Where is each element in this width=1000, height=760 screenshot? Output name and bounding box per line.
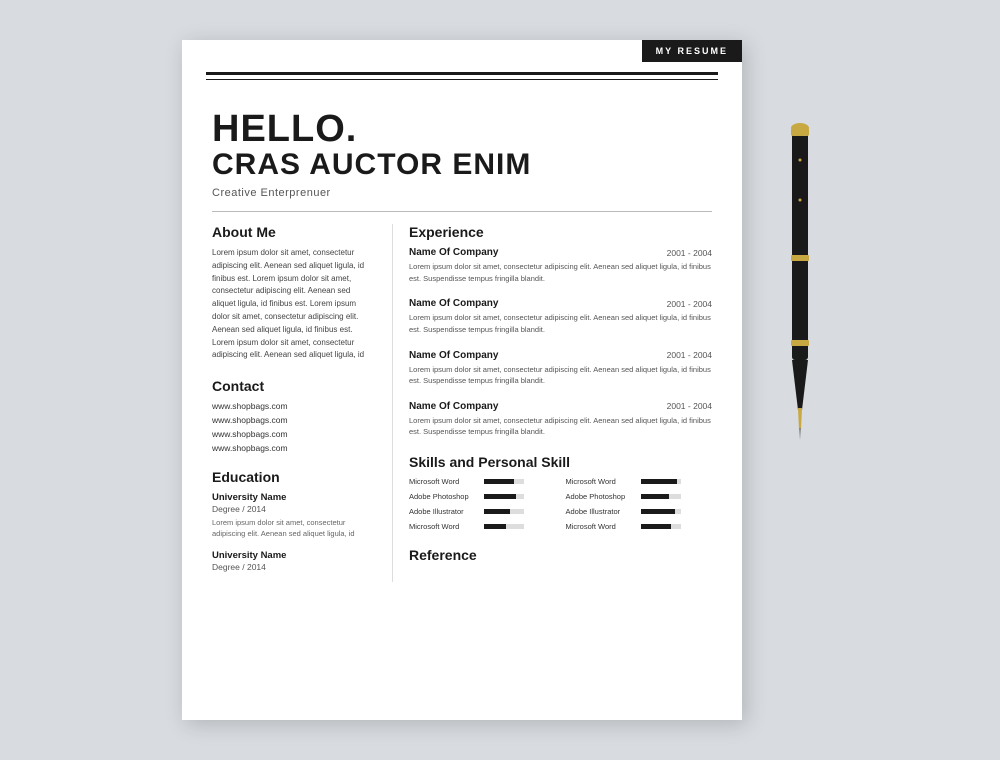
exp-dates-3: 2001 - 2004	[667, 350, 712, 360]
reference-title: Reference	[409, 547, 712, 563]
contact-item: www.shopbags.com	[212, 429, 374, 439]
skill-bar-fill-3	[484, 494, 516, 499]
experience-title: Experience	[409, 224, 712, 240]
skill-bar-bg-2	[641, 479, 681, 484]
exp-desc-1: Lorem ipsum dolor sit amet, consectetur …	[409, 261, 712, 284]
skill-bar-bg-8	[641, 524, 681, 529]
skills-title: Skills and Personal Skill	[409, 454, 712, 470]
name-block: HELLO. CRAS AUCTOR ENIM Creative Enterpr…	[182, 110, 742, 199]
skill-bar-bg-7	[484, 524, 524, 529]
skill-bar-fill-5	[484, 509, 510, 514]
education-title: Education	[212, 469, 374, 485]
skill-row-8: Microsoft Word	[566, 522, 713, 531]
edu-item-2: University Name Degree / 2014	[212, 550, 374, 572]
skill-row-7: Microsoft Word	[409, 522, 556, 531]
skill-row-6: Adobe Illustrator	[566, 507, 713, 516]
exp-item-2: Name Of Company 2001 - 2004 Lorem ipsum …	[409, 298, 712, 335]
contact-list: www.shopbags.com www.shopbags.com www.sh…	[212, 401, 374, 453]
skill-label-7: Microsoft Word	[409, 522, 479, 531]
skill-row-3: Adobe Photoshop	[409, 492, 556, 501]
skill-bar-bg-1	[484, 479, 524, 484]
skill-bar-bg-3	[484, 494, 524, 499]
right-column: Experience Name Of Company 2001 - 2004 L…	[392, 224, 712, 582]
pen-svg	[782, 100, 818, 440]
skill-bar-fill-6	[641, 509, 675, 514]
skill-label-4: Adobe Photoshop	[566, 492, 636, 501]
skill-label-8: Microsoft Word	[566, 522, 636, 531]
skill-bar-fill-7	[484, 524, 506, 529]
left-column: About Me Lorem ipsum dolor sit amet, con…	[212, 224, 392, 582]
exp-company-2: Name Of Company	[409, 298, 498, 309]
exp-item-4: Name Of Company 2001 - 2004 Lorem ipsum …	[409, 401, 712, 438]
skill-row-1: Microsoft Word	[409, 477, 556, 486]
resume-badge: MY RESUME	[642, 40, 742, 62]
skill-row-4: Adobe Photoshop	[566, 492, 713, 501]
contact-item: www.shopbags.com	[212, 401, 374, 411]
skill-label-6: Adobe Illustrator	[566, 507, 636, 516]
skill-bar-fill-8	[641, 524, 671, 529]
exp-item-1: Name Of Company 2001 - 2004 Lorem ipsum …	[409, 247, 712, 284]
exp-company-3: Name Of Company	[409, 350, 498, 361]
edu-item-1: University Name Degree / 2014 Lorem ipsu…	[212, 492, 374, 540]
skills-grid: Microsoft Word Microsoft Word Adobe P	[409, 477, 712, 531]
resume-body: About Me Lorem ipsum dolor sit amet, con…	[182, 224, 742, 582]
skill-row-5: Adobe Illustrator	[409, 507, 556, 516]
contact-item: www.shopbags.com	[212, 415, 374, 425]
scene: MY RESUME HELLO. CRAS AUCTOR ENIM Creati…	[142, 0, 858, 760]
skill-bar-fill-4	[641, 494, 669, 499]
resume-paper: MY RESUME HELLO. CRAS AUCTOR ENIM Creati…	[182, 40, 742, 720]
exp-dates-1: 2001 - 2004	[667, 248, 712, 258]
edu-university-1: University Name	[212, 492, 374, 503]
about-title: About Me	[212, 224, 374, 240]
hello-text: HELLO.	[212, 110, 712, 148]
exp-dates-2: 2001 - 2004	[667, 299, 712, 309]
skill-bar-bg-5	[484, 509, 524, 514]
exp-header-1: Name Of Company 2001 - 2004	[409, 247, 712, 258]
skill-bar-fill-1	[484, 479, 514, 484]
tagline: Creative Enterprenuer	[212, 187, 712, 199]
exp-dates-4: 2001 - 2004	[667, 401, 712, 411]
skill-label-3: Adobe Photoshop	[409, 492, 479, 501]
exp-company-1: Name Of Company	[409, 247, 498, 258]
skill-label-1: Microsoft Word	[409, 477, 479, 486]
skill-label-2: Microsoft Word	[566, 477, 636, 486]
edu-university-2: University Name	[212, 550, 374, 561]
edu-degree-2: Degree / 2014	[212, 562, 374, 572]
pen-decoration	[782, 40, 818, 460]
exp-item-3: Name Of Company 2001 - 2004 Lorem ipsum …	[409, 350, 712, 387]
skill-bar-fill-2	[641, 479, 677, 484]
exp-header-4: Name Of Company 2001 - 2004	[409, 401, 712, 412]
exp-header-3: Name Of Company 2001 - 2004	[409, 350, 712, 361]
exp-desc-2: Lorem ipsum dolor sit amet, consectetur …	[409, 312, 712, 335]
contact-item: www.shopbags.com	[212, 443, 374, 453]
edu-desc-1: Lorem ipsum dolor sit amet, consectetur …	[212, 517, 374, 540]
skill-row-2: Microsoft Word	[566, 477, 713, 486]
about-text: Lorem ipsum dolor sit amet, consectetur …	[212, 247, 374, 362]
exp-company-4: Name Of Company	[409, 401, 498, 412]
exp-header-2: Name Of Company 2001 - 2004	[409, 298, 712, 309]
exp-desc-4: Lorem ipsum dolor sit amet, consectetur …	[409, 415, 712, 438]
exp-desc-3: Lorem ipsum dolor sit amet, consectetur …	[409, 364, 712, 387]
skill-label-5: Adobe Illustrator	[409, 507, 479, 516]
name-divider	[212, 211, 712, 212]
skill-bar-bg-4	[641, 494, 681, 499]
edu-degree-1: Degree / 2014	[212, 504, 374, 514]
top-border-decoration	[206, 72, 718, 80]
full-name: CRAS AUCTOR ENIM	[212, 148, 712, 181]
skill-bar-bg-6	[641, 509, 681, 514]
contact-title: Contact	[212, 378, 374, 394]
